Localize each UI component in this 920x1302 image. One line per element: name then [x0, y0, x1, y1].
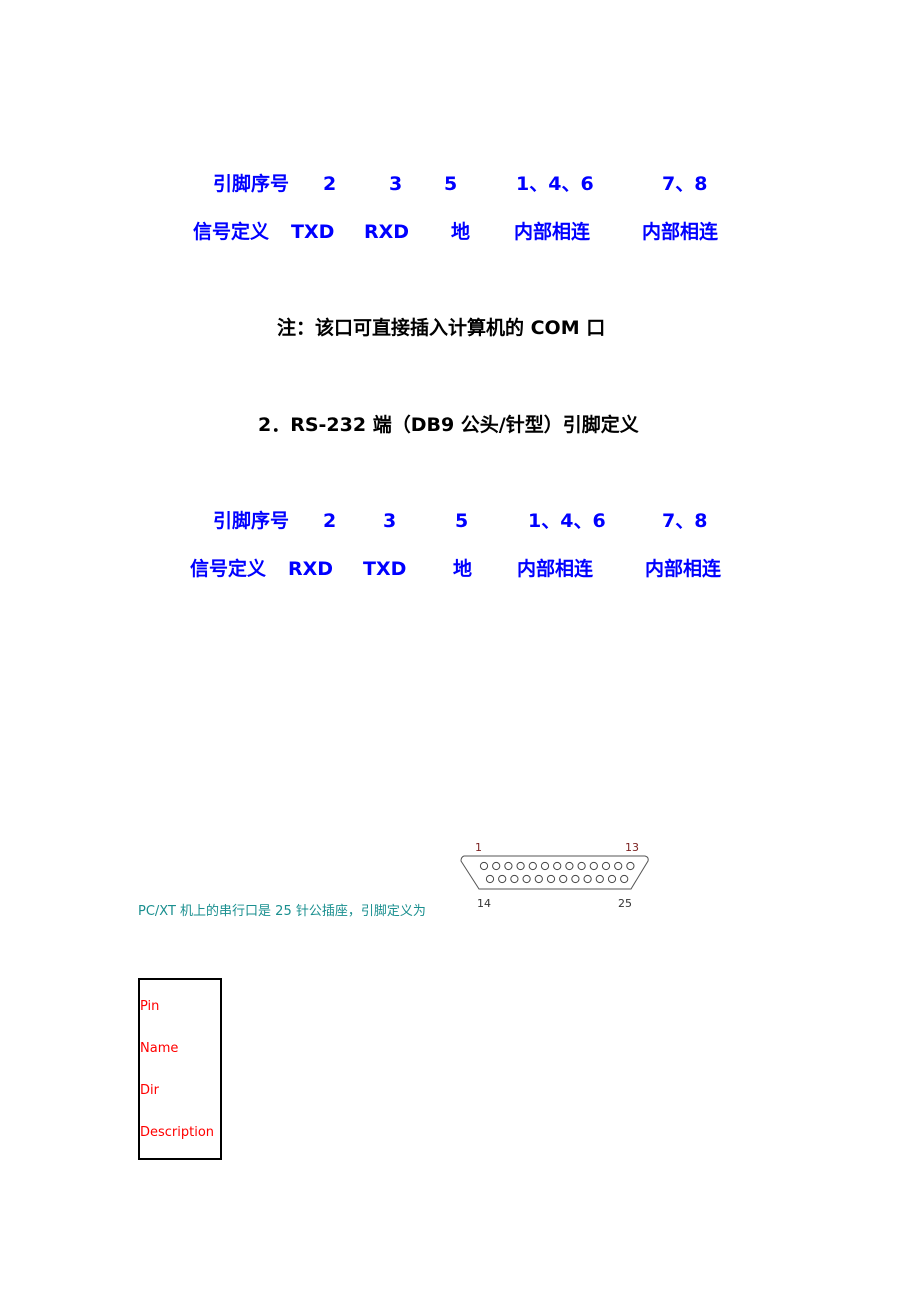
pin-hole [485, 874, 495, 884]
db25-connector-diagram: 1 13 14 25 [460, 841, 649, 910]
pin-hole [504, 861, 513, 871]
pin: 5 [455, 510, 469, 532]
pin-hole [546, 874, 556, 884]
pin: 1、4、6 [516, 173, 594, 195]
pin-hole [492, 861, 501, 871]
pin: 3 [383, 510, 397, 532]
pin-table: Pin Name Dir Description [138, 978, 222, 1160]
signal: 内部相连 [517, 558, 594, 580]
pin-hole [510, 874, 519, 884]
pin-number: 1 [475, 841, 482, 854]
pcxt-description: PC/XT 机上的串行口是 25 针公插座，引脚定义为 [138, 904, 426, 919]
header-dir: Dir [140, 1083, 159, 1098]
pin-hole [522, 874, 531, 884]
signal-label-1: 信号定义 [193, 221, 270, 243]
signal: 地 [451, 221, 471, 243]
pin-hole [620, 874, 629, 884]
pin: 3 [389, 173, 403, 195]
signal: 内部相连 [514, 221, 591, 243]
signal: RXD [364, 221, 410, 243]
pin-hole [626, 861, 635, 871]
pin-hole [589, 861, 598, 871]
pin-hole [583, 874, 592, 884]
pin-hole [577, 861, 586, 871]
signal: 内部相连 [642, 221, 719, 243]
signal: RXD [288, 558, 334, 580]
pin-hole [571, 874, 580, 884]
note: 注：该口可直接插入计算机的 COM 口 [277, 317, 606, 339]
pin: 5 [444, 173, 458, 195]
header-name: Name [140, 1041, 179, 1056]
pin-label-2: 引脚序号 [213, 510, 290, 532]
pin-hole [540, 861, 550, 871]
pin-hole [601, 861, 611, 871]
header-description: Description [140, 1125, 215, 1140]
pin-number: 25 [618, 897, 632, 910]
pin-hole [516, 861, 525, 871]
signal: 内部相连 [645, 558, 722, 580]
pin-hole [553, 861, 562, 871]
pin: 2 [323, 173, 337, 195]
pin-hole [607, 874, 617, 884]
connector-shell [460, 855, 649, 890]
pin-number: 13 [625, 841, 639, 854]
pin-hole [498, 874, 507, 884]
pin: 2 [323, 510, 337, 532]
pin: 7、8 [662, 173, 708, 195]
pin-hole [565, 861, 574, 871]
signal: TXD [291, 221, 335, 243]
pin: 7、8 [662, 510, 708, 532]
pin-hole [559, 874, 568, 884]
pin-hole [534, 874, 543, 884]
document-page: 引脚序号 2 3 5 1、4、6 7、8 信号定义 TXD RXD 地 内部相连… [0, 0, 920, 1302]
section-heading: 2．RS-232 端（DB9 公头/针型）引脚定义 [258, 414, 639, 436]
pin-hole [614, 861, 623, 871]
signal-label-2: 信号定义 [190, 558, 267, 580]
signal: 地 [453, 558, 473, 580]
pin-number: 14 [477, 897, 491, 910]
signal: TXD [363, 558, 407, 580]
pin: 1、4、6 [528, 510, 606, 532]
pin-holes [479, 861, 635, 884]
header-pin: Pin [140, 999, 160, 1014]
pin-hole [528, 861, 537, 871]
pin-label-1: 引脚序号 [213, 173, 290, 195]
pin-hole [479, 861, 489, 871]
pin-hole [595, 874, 604, 884]
